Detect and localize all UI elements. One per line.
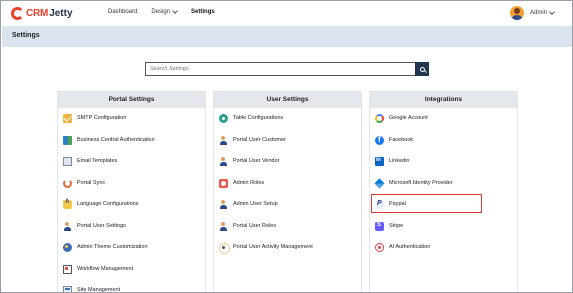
setting-admin-user-setup[interactable]: Admin User Setup (219, 198, 278, 210)
top-navigation: CRM Jetty Dashboard Design Settings Admi… (1, 1, 572, 26)
setting-portal-sync[interactable]: Portal Sync (63, 177, 105, 189)
integration-label: Google Account (389, 115, 428, 121)
crmjetty-logo[interactable]: CRM Jetty (11, 5, 73, 21)
setting-label: Portal User Roles (233, 223, 277, 229)
user-customer-icon (219, 135, 228, 145)
microsoft-icon (374, 177, 385, 189)
settings-search (145, 62, 429, 76)
setting-admin-theme-customization[interactable]: Admin Theme Customization (63, 241, 148, 253)
setting-label: Portal User Activity Management (233, 244, 313, 250)
table-config-icon (219, 113, 228, 123)
setting-label: Admin User Setup (233, 201, 278, 207)
setting-portal-user-activity-management[interactable]: Portal User Activity Management (219, 241, 313, 254)
language-icon (63, 199, 72, 209)
setting-label: SMTP Configuration (77, 115, 127, 121)
ai-auth-icon (375, 242, 384, 252)
user-vendor-icon (219, 156, 228, 166)
google-icon (375, 113, 384, 123)
user-settings-icon (63, 221, 72, 231)
integration-ai-authentication[interactable]: AI Authentication (375, 241, 430, 253)
setting-language-configurations[interactable]: Language Configurations (63, 198, 138, 210)
setting-label: Table Configurations (233, 115, 284, 121)
setting-site-management[interactable]: Site Management (63, 284, 121, 293)
logo-mark-icon (11, 6, 24, 20)
avatar (509, 6, 524, 20)
integration-microsoft-identity-provider[interactable]: Microsoft Identity Provider (374, 177, 453, 189)
chevron-down-icon (172, 8, 178, 14)
site-icon (63, 285, 72, 292)
linkedin-icon (375, 156, 384, 166)
nav-dashboard-label: Dashboard (108, 9, 138, 15)
panel-title: Integrations (370, 92, 517, 108)
integration-google-account[interactable]: Google Account (375, 112, 428, 124)
setting-label: Portal User Settings (77, 223, 126, 229)
integration-label: Linkedin (389, 158, 410, 164)
palette-icon (63, 242, 72, 252)
logo-text-crm: CRM (26, 7, 49, 19)
nav-settings[interactable]: Settings (191, 9, 215, 15)
setting-portal-user-roles[interactable]: Portal User Roles (219, 220, 276, 232)
portal-settings-panel: Portal Settings SMTP Configuration Busin… (57, 91, 206, 293)
setting-label: Site Management (77, 287, 121, 293)
admin-user-icon (219, 199, 228, 209)
logo-text-jetty: Jetty (49, 7, 73, 19)
setting-label: Workflow Management (77, 266, 134, 272)
integration-label: AI Authentication (389, 244, 431, 250)
setting-email-templates[interactable]: Email Templates (63, 155, 117, 167)
setting-label: Portal User Customer (233, 137, 286, 143)
workflow-icon (63, 264, 72, 274)
nav-dashboard[interactable]: Dashboard (108, 9, 137, 15)
setting-portal-user-customer[interactable]: Portal User Customer (219, 134, 286, 146)
user-roles-icon (219, 221, 228, 231)
setting-table-configurations[interactable]: Table Configurations (219, 112, 283, 124)
user-settings-panel: User Settings Table Configurations Porta… (213, 91, 362, 292)
business-central-icon (63, 135, 72, 145)
page-header-bar: Settings (2, 26, 572, 47)
setting-label: Admin Roles (233, 180, 265, 186)
page-title: Settings (12, 32, 40, 39)
setting-label: Portal User Vendor (233, 158, 280, 164)
setting-label: Business Central Authentication (77, 137, 155, 143)
setting-label: Language Configurations (77, 201, 139, 207)
email-template-icon (63, 156, 72, 166)
panel-title: Portal Settings (58, 92, 205, 108)
facebook-icon (375, 135, 384, 145)
user-name: Admin (529, 10, 547, 16)
integration-label: Stripe (389, 223, 404, 229)
app-window: CRM Jetty Dashboard Design Settings Admi… (0, 0, 573, 293)
setting-business-central-authentication[interactable]: Business Central Authentication (63, 134, 155, 146)
stripe-icon (375, 221, 384, 231)
sync-icon (63, 178, 72, 188)
envelope-icon (63, 113, 72, 123)
integration-facebook[interactable]: Facebook (375, 134, 413, 146)
integrations-panel: Integrations Google Account Facebook Lin… (369, 91, 518, 292)
chevron-down-icon (549, 9, 555, 15)
nav-settings-label: Settings (191, 9, 215, 15)
panel-title: User Settings (214, 92, 361, 108)
setting-workflow-management[interactable]: Workflow Management (63, 263, 133, 275)
search-button[interactable] (415, 62, 429, 76)
setting-smtp-configuration[interactable]: SMTP Configuration (63, 112, 126, 124)
setting-label: Portal Sync (77, 180, 106, 186)
paypal-highlight-box (371, 194, 482, 213)
main-nav: Dashboard Design Settings (108, 8, 229, 15)
nav-design-label: Design (151, 9, 171, 15)
integration-label: Facebook (389, 137, 414, 143)
integration-label: Microsoft Identity Provider (389, 180, 453, 186)
activity-icon (219, 242, 230, 254)
integration-linkedin[interactable]: Linkedin (375, 155, 410, 167)
integration-stripe[interactable]: Stripe (375, 220, 403, 232)
setting-label: Email Templates (77, 158, 118, 164)
user-menu[interactable]: Admin (509, 6, 555, 20)
search-input[interactable] (145, 62, 415, 76)
admin-roles-icon (219, 178, 228, 188)
search-icon (419, 66, 425, 72)
setting-label: Admin Theme Customization (77, 244, 148, 250)
setting-portal-user-vendor[interactable]: Portal User Vendor (219, 155, 279, 167)
setting-admin-roles[interactable]: Admin Roles (219, 177, 264, 189)
setting-portal-user-settings[interactable]: Portal User Settings (63, 220, 126, 232)
nav-design[interactable]: Design (151, 8, 178, 15)
